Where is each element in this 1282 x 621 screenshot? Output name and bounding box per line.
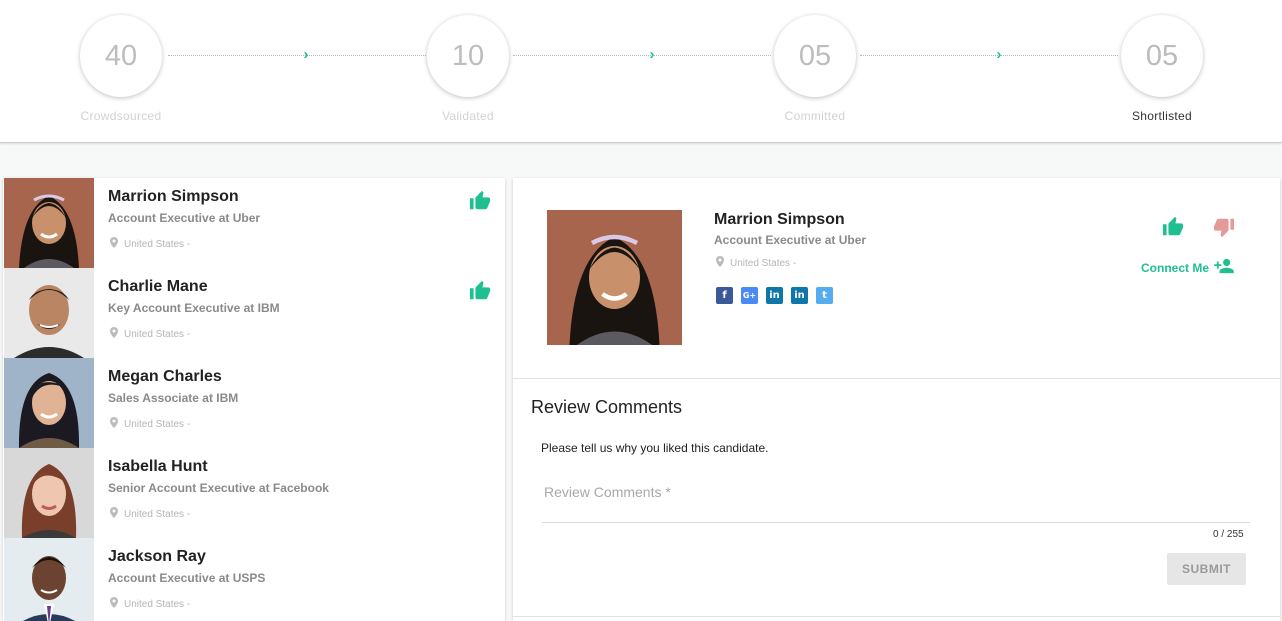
- location-pin-icon: [716, 256, 724, 270]
- step-shortlisted[interactable]: 05 Shortlisted: [1102, 15, 1222, 123]
- review-comments-input[interactable]: [542, 475, 1250, 523]
- connect-me-button[interactable]: Connect Me: [1141, 258, 1235, 277]
- candidate-list: Marrion Simpson Account Executive at Ube…: [3, 178, 505, 621]
- add-person-icon: [1213, 258, 1235, 277]
- candidate-name: Isabella Hunt: [108, 458, 208, 475]
- location-text: United States -: [124, 238, 191, 250]
- step-count: 40: [80, 15, 162, 97]
- step-validated[interactable]: 10 Validated: [408, 15, 528, 123]
- chevron-right-icon: ›: [303, 46, 309, 63]
- pipeline-stepper: › › › 40 Crowdsourced 10 Validated 05 Co…: [0, 0, 1282, 143]
- candidate-list-item[interactable]: Jackson Ray Account Executive at USPS Un…: [3, 538, 505, 621]
- thumbs-up-icon[interactable]: [469, 190, 491, 212]
- step-committed[interactable]: 05 Committed: [755, 15, 875, 123]
- detail-name: Marrion Simpson: [714, 211, 845, 228]
- character-counter: 0 / 255: [1213, 529, 1244, 540]
- location-pin-icon: [110, 237, 118, 251]
- thumbs-up-icon[interactable]: [1162, 216, 1184, 238]
- avatar: [4, 268, 94, 358]
- candidate-location: United States -: [110, 237, 190, 251]
- step-label: Committed: [784, 109, 846, 123]
- section-divider: [513, 378, 1280, 379]
- candidate-name: Charlie Mane: [108, 278, 208, 295]
- chevron-right-icon: ›: [996, 46, 1002, 63]
- step-connector: [860, 55, 1118, 56]
- avatar: [4, 178, 94, 268]
- linkedin-icon[interactable]: in: [791, 287, 808, 304]
- chevron-right-icon: ›: [649, 46, 655, 63]
- candidate-title: Account Executive at Uber: [108, 211, 261, 225]
- candidate-title: Senior Account Executive at Facebook: [108, 481, 329, 495]
- social-links: f G+ in in t: [716, 287, 833, 304]
- linkedin-icon[interactable]: in: [766, 287, 783, 304]
- candidate-list-item[interactable]: Charlie Mane Key Account Executive at IB…: [3, 268, 505, 358]
- avatar: [4, 538, 94, 621]
- location-text: United States -: [124, 598, 191, 610]
- location-pin-icon: [110, 327, 118, 341]
- twitter-icon[interactable]: t: [816, 287, 833, 304]
- location-text: United States -: [124, 328, 191, 340]
- candidate-location: United States -: [110, 507, 190, 521]
- candidate-list-item[interactable]: Megan Charles Sales Associate at IBM Uni…: [3, 358, 505, 448]
- review-prompt: Please tell us why you liked this candid…: [541, 441, 769, 455]
- candidate-location: United States -: [110, 597, 190, 611]
- candidate-title: Account Executive at USPS: [108, 571, 266, 585]
- location-text: United States -: [124, 508, 191, 520]
- location-pin-icon: [110, 507, 118, 521]
- location-text: United States -: [730, 257, 797, 269]
- avatar: [4, 448, 94, 538]
- step-count: 10: [427, 15, 509, 97]
- step-label: Validated: [442, 109, 494, 123]
- location-text: United States -: [124, 418, 191, 430]
- candidate-location: United States -: [110, 417, 190, 431]
- facebook-icon[interactable]: f: [716, 287, 733, 304]
- google-plus-icon[interactable]: G+: [741, 287, 758, 304]
- candidate-title: Key Account Executive at IBM: [108, 301, 280, 315]
- step-label: Crowdsourced: [80, 109, 162, 123]
- candidate-name: Jackson Ray: [108, 548, 206, 565]
- candidate-list-item[interactable]: Isabella Hunt Senior Account Executive a…: [3, 448, 505, 538]
- submit-button[interactable]: SUBMIT: [1167, 553, 1246, 585]
- step-connector: [513, 55, 771, 56]
- step-crowdsourced[interactable]: 40 Crowdsourced: [61, 15, 181, 123]
- thumbs-down-icon[interactable]: [1213, 216, 1235, 238]
- candidate-location: United States -: [110, 327, 190, 341]
- step-count: 05: [1121, 15, 1203, 97]
- candidate-detail-panel: Marrion Simpson Account Executive at Ube…: [513, 178, 1280, 621]
- location-pin-icon: [110, 597, 118, 611]
- candidate-name: Megan Charles: [108, 368, 222, 385]
- detail-location: United States -: [716, 256, 796, 270]
- thumbs-up-icon[interactable]: [469, 280, 491, 302]
- detail-title: Account Executive at Uber: [714, 233, 867, 247]
- review-comments-heading: Review Comments: [531, 397, 683, 417]
- location-pin-icon: [110, 417, 118, 431]
- candidate-name: Marrion Simpson: [108, 188, 239, 205]
- candidate-title: Sales Associate at IBM: [108, 391, 239, 405]
- profile-photo: [547, 210, 682, 345]
- connect-label: Connect Me: [1141, 260, 1210, 275]
- section-divider: [513, 616, 1280, 617]
- avatar: [4, 358, 94, 448]
- step-count: 05: [774, 15, 856, 97]
- candidate-list-item[interactable]: Marrion Simpson Account Executive at Ube…: [3, 178, 505, 268]
- step-label: Shortlisted: [1132, 109, 1192, 123]
- step-connector: [168, 55, 426, 56]
